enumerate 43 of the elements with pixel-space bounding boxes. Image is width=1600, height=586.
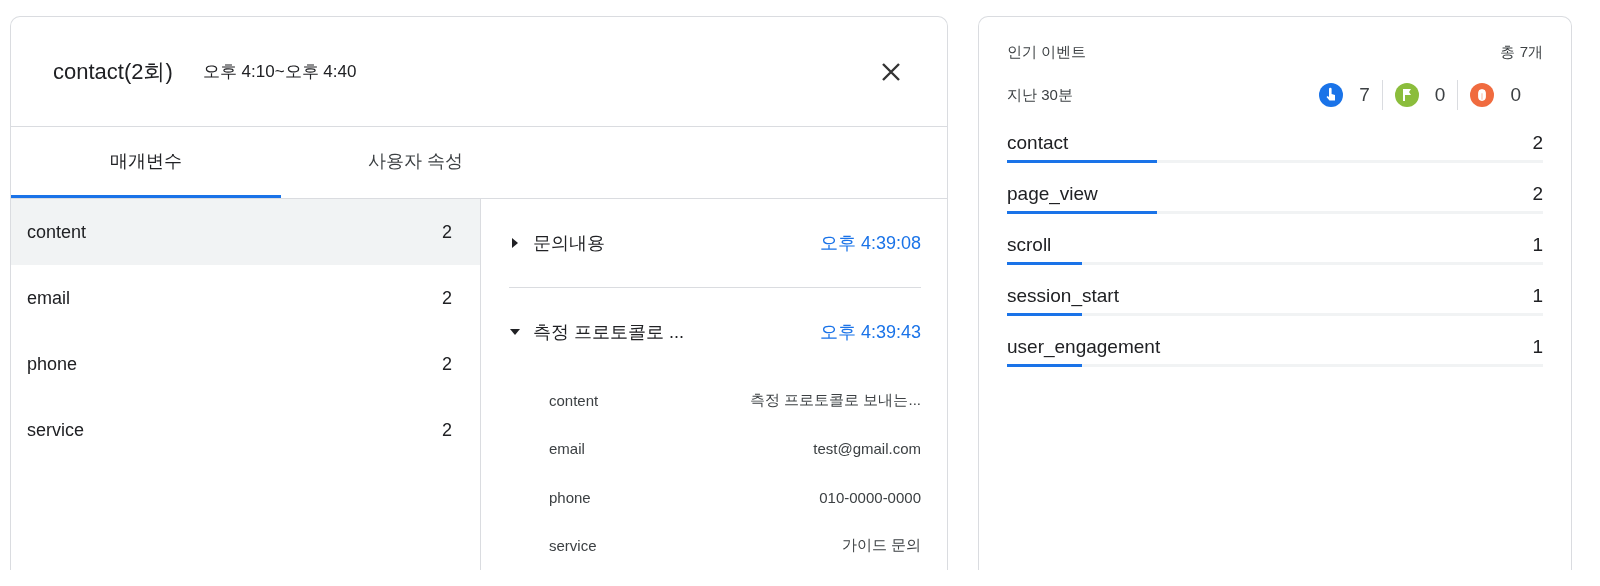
parameter-count: 2 xyxy=(442,221,452,243)
time-range: 오후 4:10~오후 4:40 xyxy=(202,61,357,84)
event-count: 2 xyxy=(1532,183,1543,205)
total-count: 총 7개 xyxy=(1500,43,1543,62)
event-count: 1 xyxy=(1532,234,1543,256)
event-count: 1 xyxy=(1532,285,1543,307)
event-count: 1 xyxy=(1532,336,1543,358)
event-title: contact(2회) xyxy=(53,57,173,86)
event-time: 오후 4:39:08 xyxy=(819,232,921,255)
card-title: 인기 이벤트 xyxy=(1007,43,1087,62)
parameter-count: 2 xyxy=(442,353,452,375)
parameter-row[interactable]: phone 2 xyxy=(11,331,480,397)
value-text: 측정 프로토콜로 보내는... xyxy=(750,390,921,410)
value-text: 010-0000-0000 xyxy=(819,488,921,506)
period-label: 지난 30분 xyxy=(1007,85,1073,105)
parameter-row[interactable]: content 2 xyxy=(11,199,480,265)
value-text: test@gmail.com xyxy=(813,440,921,458)
value-key: phone xyxy=(549,488,591,506)
parameter-count: 2 xyxy=(442,287,452,309)
parameter-row[interactable]: service 2 xyxy=(11,397,480,463)
parameter-count: 2 xyxy=(442,419,452,441)
event-name[interactable]: scroll xyxy=(1007,234,1052,256)
parameter-name: email xyxy=(27,287,70,309)
event-label: 측정 프로토콜로 ... xyxy=(533,321,684,344)
parameter-name: content xyxy=(27,221,87,243)
event-count: 2 xyxy=(1532,132,1543,154)
stat-count: 7 xyxy=(1359,84,1370,106)
value-key: content xyxy=(549,391,599,409)
parameter-row[interactable]: email 2 xyxy=(11,265,480,331)
stat-count: 0 xyxy=(1510,84,1521,106)
event-name[interactable]: user_engagement xyxy=(1007,336,1161,358)
value-key: service xyxy=(549,537,597,555)
value-key: email xyxy=(549,440,585,458)
parameter-name: phone xyxy=(27,353,78,375)
event-time: 오후 4:39:43 xyxy=(819,321,921,344)
value-text: 가이드 문의 xyxy=(841,536,921,556)
event-name[interactable]: session_start xyxy=(1007,285,1119,307)
event-name[interactable]: page_view xyxy=(1007,183,1098,205)
tab[interactable]: 사용자 속성 xyxy=(281,127,551,198)
event-name[interactable]: contact xyxy=(1007,132,1069,154)
stat-count: 0 xyxy=(1434,84,1446,106)
parameter-name: service xyxy=(27,419,84,441)
event-label: 문의내용 xyxy=(533,232,605,255)
